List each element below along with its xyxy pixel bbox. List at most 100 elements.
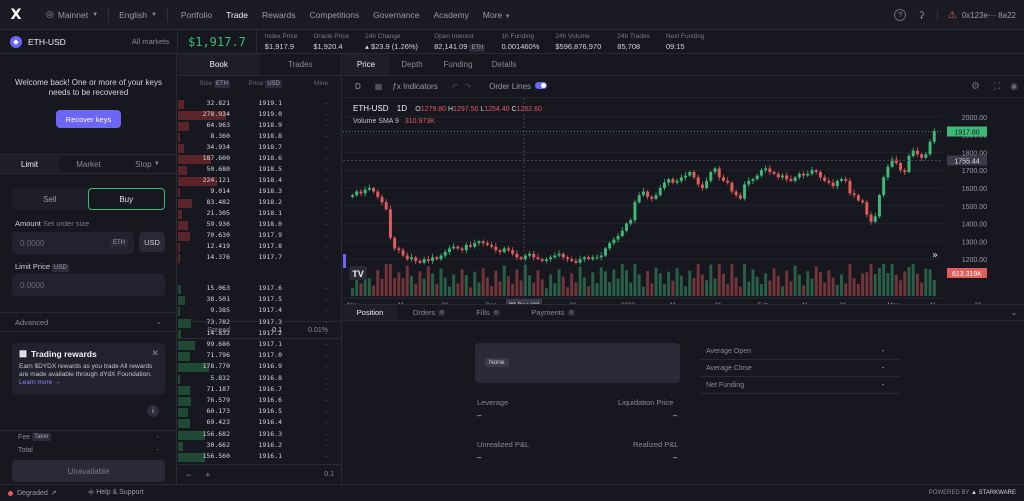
row-mine: -: [324, 209, 328, 217]
limit-price-input[interactable]: 0.0000: [12, 274, 165, 296]
price-chart[interactable]: 2000.001900.001800.001700.001600.001500.…: [343, 98, 1024, 304]
orderbook-row[interactable]: 9.014 1918.3 -: [178, 187, 342, 198]
orderbook-row[interactable]: 178.770 1916.9 -: [178, 362, 342, 373]
orderbook-row[interactable]: 71.796 1917.0 -: [178, 351, 342, 362]
tab-trades[interactable]: Trades: [260, 54, 342, 75]
nav-link-more[interactable]: More ▼: [476, 10, 518, 20]
market-selector[interactable]: ◆ ETH-USD All markets: [0, 29, 178, 54]
orderbook-row[interactable]: 34.934 1918.7 -: [178, 143, 342, 154]
tab-funding[interactable]: Funding: [435, 54, 481, 75]
grouping-value[interactable]: 0.1: [324, 471, 334, 478]
orderbook-row[interactable]: 38.501 1917.5 -: [178, 295, 342, 306]
orderbook-row[interactable]: 15.063 1917.6 -: [178, 284, 342, 295]
tab-payments[interactable]: Payments 0: [515, 305, 591, 320]
language-selector[interactable]: English ▼: [109, 0, 167, 30]
submit-order-button[interactable]: Unavailable: [12, 460, 165, 482]
candle-body: [856, 195, 860, 201]
orderbook-row[interactable]: 76.579 1916.6 -: [178, 396, 342, 407]
orderbook-row[interactable]: 224.121 1918.4 -: [178, 176, 342, 187]
notification-bell-icon[interactable]: ⚳: [918, 10, 925, 21]
orderbook-row[interactable]: 60.173 1916.5 -: [178, 407, 342, 418]
nav-link-academy[interactable]: Academy: [426, 10, 475, 20]
interval-selector[interactable]: D: [355, 82, 361, 91]
learn-more-link[interactable]: Learn more →: [19, 379, 61, 386]
orderbook-row[interactable]: 69.423 1916.4 -: [178, 418, 342, 429]
volume-bar: [578, 266, 582, 296]
orderbook-row[interactable]: 187.600 1918.6 -: [178, 154, 342, 165]
sell-button[interactable]: Sell: [12, 188, 88, 210]
nav-link-portfolio[interactable]: Portfolio: [174, 10, 219, 20]
camera-icon[interactable]: ◉: [1010, 81, 1018, 92]
orderbook-row[interactable]: 5.832 1916.8 -: [178, 374, 342, 385]
status-indicator[interactable]: Degraded ↗: [8, 489, 57, 497]
orderbook-row[interactable]: 50.680 1918.5 -: [178, 165, 342, 176]
tab-price[interactable]: Price: [343, 54, 389, 75]
orderbook-row[interactable]: 14.832 1917.2 -: [178, 329, 342, 340]
orderbook-row[interactable]: 59.936 1918.0 -: [178, 220, 342, 231]
tab-depth[interactable]: Depth: [389, 54, 435, 75]
chart-type-icon[interactable]: ▦: [375, 82, 383, 91]
close-icon[interactable]: ✕: [151, 348, 159, 359]
help-support-link[interactable]: ⎆ Help & Support: [89, 489, 144, 497]
detail-label: Net Funding: [706, 381, 745, 389]
orderbook-row[interactable]: 32.821 1919.1 -: [178, 99, 342, 110]
tab-limit[interactable]: Limit: [0, 155, 59, 173]
orderbook-row[interactable]: 83.482 1918.2 -: [178, 198, 342, 209]
chevron-down-icon[interactable]: ⌄: [1004, 305, 1024, 320]
orderbook-row[interactable]: 156.682 1916.3 -: [178, 430, 342, 441]
candle-body: [814, 170, 818, 172]
nav-link-trade[interactable]: Trade: [219, 10, 255, 20]
tab-details[interactable]: Details: [481, 54, 527, 75]
all-markets-button[interactable]: All markets: [132, 37, 169, 46]
orderbook-row[interactable]: 73.782 1917.3 -: [178, 318, 342, 329]
info-icon[interactable]: i: [147, 405, 159, 417]
network-selector[interactable]: ◎ Mainnet ▼: [36, 0, 108, 30]
orderbook-row[interactable]: 12.419 1917.8 -: [178, 242, 342, 253]
tab-fills[interactable]: Fills 0: [461, 305, 515, 320]
tab-position[interactable]: Position: [343, 305, 397, 320]
orderbook-row[interactable]: 71.187 1916.7 -: [178, 385, 342, 396]
nav-link-rewards[interactable]: Rewards: [255, 10, 303, 20]
nav-link-governance[interactable]: Governance: [366, 10, 426, 20]
orderbook-row[interactable]: 278.934 1919.0 -: [178, 110, 342, 121]
orderbook-row[interactable]: 99.686 1917.1 -: [178, 340, 342, 351]
orderbook-row[interactable]: 156.560 1916.1 -: [178, 452, 342, 463]
orderbook-row[interactable]: 30.662 1916.2 -: [178, 441, 342, 452]
tab-orders[interactable]: Orders 0: [397, 305, 461, 320]
settings-gear-icon[interactable]: ⚙: [971, 81, 980, 92]
help-icon[interactable]: ?: [894, 9, 907, 21]
fullscreen-icon[interactable]: ⛶: [994, 81, 1000, 92]
tab-stop[interactable]: Stop ▼: [118, 155, 177, 173]
candle-body: [355, 191, 359, 196]
volume-bar: [932, 280, 936, 296]
orderbook-row[interactable]: 9.385 1917.4 -: [178, 306, 342, 317]
dydx-logo[interactable]: X: [8, 7, 24, 23]
zoom-in-button[interactable]: +: [205, 470, 210, 480]
amount-input[interactable]: 0.0000 ETH: [12, 232, 134, 254]
orderbook-row[interactable]: 21.305 1918.1 -: [178, 209, 342, 220]
orderbook-row[interactable]: 14.376 1917.7 -: [178, 253, 342, 264]
order-lines-toggle[interactable]: Order Lines: [489, 82, 547, 91]
redo-icon[interactable]: ↷: [464, 82, 471, 91]
zoom-out-button[interactable]: −: [186, 470, 191, 480]
usd-toggle-button[interactable]: USD: [139, 232, 165, 252]
advanced-toggle[interactable]: Advanced ⌄: [0, 312, 177, 332]
tradingview-logo-text: TV: [352, 269, 364, 279]
buy-button[interactable]: Buy: [87, 188, 165, 210]
row-size: 187.600: [202, 154, 230, 162]
undo-icon[interactable]: ↶: [452, 82, 459, 91]
candle-body: [359, 191, 363, 194]
orderbook-row[interactable]: 64.963 1918.9 -: [178, 121, 342, 132]
wallet-button[interactable]: ⚠ 0x123e··· 8a22: [936, 9, 1016, 21]
stat-1h-funding: 1h Funding 0.001460%: [493, 30, 547, 54]
tab-market[interactable]: Market: [59, 155, 118, 173]
stat-24h-volume: 24h Volume $596,876,970: [547, 30, 609, 54]
average-close-row: Average Close -: [700, 360, 900, 377]
orderbook-row[interactable]: 70.630 1917.9 -: [178, 231, 342, 242]
recover-keys-button[interactable]: Recover keys: [56, 110, 121, 128]
tab-book[interactable]: Book: [178, 54, 260, 75]
orderbook-row[interactable]: 8.360 1918.8 -: [178, 132, 342, 143]
indicators-button[interactable]: ƒx Indicators: [392, 82, 437, 91]
nav-link-competitions[interactable]: Competitions: [303, 10, 367, 20]
row-size: 71.187: [206, 384, 230, 393]
